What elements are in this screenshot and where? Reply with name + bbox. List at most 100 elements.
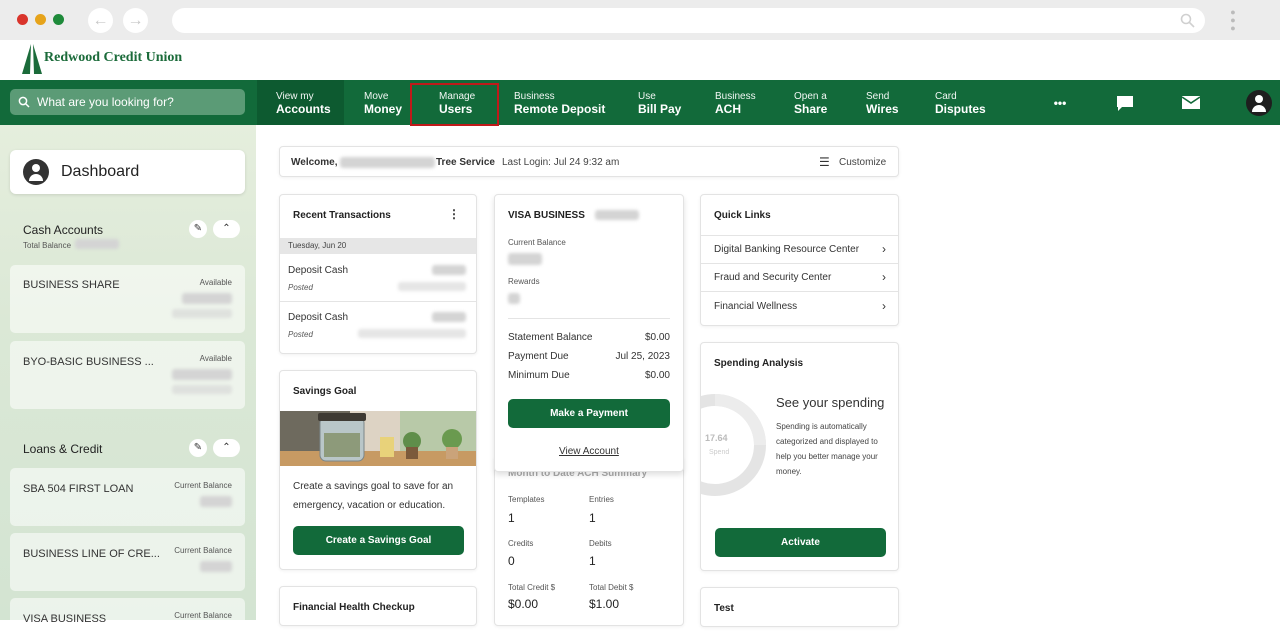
statement-balance-label: Statement Balance [508,332,593,343]
account-name: BUSINESS LINE OF CRE... [23,548,160,560]
activate-button[interactable]: Activate [715,528,886,557]
customize-sliders-icon[interactable]: ☰ [819,155,830,169]
nav-label-main: Remote Deposit [514,102,606,116]
balance-redacted [200,561,232,572]
more-menu-label: ••• [1053,95,1067,110]
more-menu-icon[interactable]: ••• [1047,80,1073,125]
spending-heading: See your spending [776,395,885,410]
customize-link[interactable]: Customize [839,157,886,168]
chevron-right-icon: › [882,270,886,284]
account-tag: Current Balance [174,546,232,555]
chevron-right-icon: › [882,299,886,313]
quick-link-label: Financial Wellness [714,301,798,312]
forward-arrow-icon[interactable]: → [123,8,148,33]
recent-transactions-card: Recent Transactions ⋮ Tuesday, Jun 20 De… [279,194,477,354]
divider [701,235,898,236]
account-name: SBA 504 FIRST LOAN [23,483,134,495]
quick-link-label: Digital Banking Resource Center [714,244,860,255]
nav-label-top: Card [935,91,957,102]
nav-label-top: Move [364,91,389,102]
edit-pencil-icon[interactable]: ✎ [189,439,207,457]
transaction-date-header: Tuesday, Jun 20 [280,238,476,254]
ach-total-debit-label: Total Debit $ [589,583,634,592]
nav-view-accounts[interactable]: View my Accounts [257,80,344,125]
balance-redacted [398,282,466,291]
ach-debits-value: 1 [589,554,596,568]
nav-label-top: Send [866,91,890,102]
ach-total-debit-value: $1.00 [589,597,620,611]
quick-link-label: Fraud and Security Center [714,272,832,283]
account-tag: Current Balance [174,481,232,490]
balance-sub-redacted [172,385,232,394]
main-navbar: What are you looking for? View my Accoun… [0,80,1280,125]
account-tag: Available [199,354,232,363]
chevron-right-icon: › [882,242,886,256]
envelope-icon [1181,96,1201,109]
account-tag: Current Balance [174,611,232,620]
nav-card-disputes[interactable]: Card Disputes [935,80,986,125]
minimum-due-label: Minimum Due [508,370,570,381]
donut-label: Spend [709,449,730,456]
dashboard-button[interactable]: Dashboard [10,150,245,194]
ach-total-credit-value: $0.00 [508,597,539,611]
nav-label-main: ACH [715,102,741,116]
last-login-text: Last Login: Jul 24 9:32 am [502,157,620,168]
make-payment-button[interactable]: Make a Payment [508,399,670,428]
nav-send-wires[interactable]: Send Wires [866,80,899,125]
mail-icon[interactable] [1180,80,1202,125]
visa-business-card: VISA BUSINESS Current Balance Rewards St… [494,194,684,472]
donut-value: 17.64 [705,433,728,443]
create-savings-goal-button[interactable]: Create a Savings Goal [293,526,464,555]
ach-templates-label: Templates [508,495,545,504]
redwood-logo-icon [22,44,42,74]
nav-business-ach[interactable]: Business ACH [715,80,756,125]
balance-sub-redacted [172,309,232,318]
minimize-window-dot[interactable] [35,14,46,25]
account-card-line-of-credit[interactable]: BUSINESS LINE OF CRE... Current Balance [10,533,245,591]
recent-transactions-title: Recent Transactions [293,210,391,221]
balance-redacted [182,293,232,304]
nav-label-top: Open a [794,91,827,102]
profile-avatar-icon[interactable] [1245,80,1273,125]
account-card-byo-basic[interactable]: BYO-BASIC BUSINESS ... Available [10,341,245,409]
search-input[interactable]: What are you looking for? [10,89,245,115]
close-window-dot[interactable] [17,14,28,25]
nav-label-main: Accounts [276,102,331,116]
maximize-window-dot[interactable] [53,14,64,25]
transaction-date-label: Tuesday, Jun 20 [288,241,347,250]
address-bar[interactable] [172,8,1205,33]
browser-menu-icon[interactable]: ● ● ● [1228,8,1238,33]
account-card-business-share[interactable]: BUSINESS SHARE Available [10,265,245,333]
account-card-sba-loan[interactable]: SBA 504 FIRST LOAN Current Balance [10,468,245,526]
account-card-visa-business[interactable]: VISA BUSINESS Current Balance [10,598,245,638]
kebab-menu-icon[interactable]: ⋮ [448,207,460,221]
divider [701,291,898,292]
back-arrow-icon[interactable]: ← [88,8,113,33]
ach-total-credit-label: Total Credit $ [508,583,556,592]
account-name: BYO-BASIC BUSINESS ... [23,356,154,368]
statement-balance-value: $0.00 [644,332,670,343]
ach-credits-value: 0 [508,554,515,568]
collapse-chevron-icon[interactable]: ⌃ [213,220,240,238]
nav-remote-deposit[interactable]: Business Remote Deposit [514,80,605,125]
savings-goal-title: Savings Goal [293,386,357,397]
nav-bill-pay[interactable]: Use Bill Pay [638,80,681,125]
minimum-due-value: $0.00 [644,370,670,381]
nav-label-top: View my [276,91,314,102]
collapse-chevron-icon[interactable]: ⌃ [213,439,240,457]
spending-donut-chart [701,394,766,496]
search-placeholder: What are you looking for? [37,95,174,109]
search-icon [1180,13,1195,28]
current-balance-label: Current Balance [508,238,566,247]
nav-label-main: Money [364,102,403,116]
edit-pencil-icon[interactable]: ✎ [189,220,207,238]
logo-bar: Redwood Credit Union [0,40,1280,80]
savings-goal-text: Create a savings goal to save for an eme… [293,481,454,511]
dashboard-label: Dashboard [61,163,140,180]
nav-open-share[interactable]: Open a Share [794,80,827,125]
view-account-link[interactable]: View Account [559,446,619,457]
nav-move-money[interactable]: Move Money [364,80,402,125]
transaction-status: Posted [288,330,313,339]
chat-icon[interactable] [1114,80,1136,125]
savings-jar-image [280,411,476,466]
